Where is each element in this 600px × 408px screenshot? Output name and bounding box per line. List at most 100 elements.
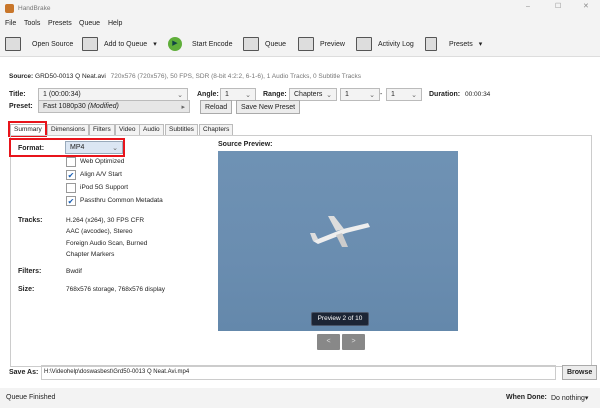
chevron-down-icon: ▾ [153, 41, 157, 48]
preset-value: Fast 1080p30 [43, 103, 86, 110]
toolbar: Open Source Add to Queue ▾ ▶ Start Encode … [0, 31, 600, 57]
save-as-label: Save As: [9, 369, 39, 376]
range-label: Range: [263, 91, 287, 98]
duration-label: Duration: [429, 91, 461, 98]
ipod-support-label: iPod 5G Support [80, 184, 129, 191]
tab-filters[interactable]: Filters [89, 124, 115, 135]
browse-button[interactable]: Browse [562, 365, 598, 380]
open-source-button[interactable]: Open Source [5, 35, 73, 53]
track-item: H.264 (x264), 30 FPS CFR [66, 217, 145, 224]
preset-modified: (Modified) [87, 103, 119, 110]
next-preview-button[interactable]: > [342, 334, 365, 350]
menu-file[interactable]: File [5, 20, 16, 27]
tab-dimensions[interactable]: Dimensions [47, 124, 89, 135]
save-as-input[interactable]: H:\Videohelp\doswasbest\Grd50-0013 Q Nea… [41, 365, 556, 380]
size-label: Size: [18, 286, 35, 293]
previous-preview-button[interactable]: < [317, 334, 340, 350]
size-value: 768x576 storage, 768x576 display [66, 286, 166, 293]
angle-label: Angle: [197, 91, 219, 98]
maximize-button[interactable]: ☐ [555, 2, 561, 10]
web-optimized-label: Web Optimized [80, 158, 125, 165]
source-info: 720x576 (720x576), 50 FPS, SDR (8-bit 4:… [110, 73, 362, 80]
web-optimized-checkbox[interactable] [66, 157, 76, 167]
queue-icon [243, 37, 259, 51]
passthru-metadata-checkbox[interactable]: ✔ [66, 196, 76, 206]
activity-log-button[interactable]: Activity Log [356, 35, 414, 53]
range-value: Chapters [294, 91, 323, 98]
tab-chapters[interactable]: Chapters [199, 124, 234, 135]
menu-tools[interactable]: Tools [24, 20, 40, 27]
range-start-select[interactable]: 1 ⌄ [340, 88, 380, 101]
status-bar: Queue Finished When Done: Do nothing▾ [0, 388, 600, 408]
preview-button[interactable]: Preview [298, 35, 345, 53]
activity-log-icon [356, 37, 372, 51]
chevron-down-icon: ⌄ [326, 92, 332, 99]
track-item: Chapter Markers [66, 251, 115, 258]
chevron-down-icon: ▾ [584, 395, 589, 402]
range-start-value: 1 [345, 91, 349, 98]
title-value: 1 (00:00:34) [43, 91, 81, 98]
preset-label: Preset: [9, 103, 33, 110]
filters-label: Filters: [18, 268, 42, 275]
preview-label: Preview [320, 40, 345, 48]
preset-select[interactable]: Fast 1080p30 (Modified) ▸ [38, 100, 190, 113]
tab-audio[interactable]: Audio [139, 124, 164, 135]
preview-icon [298, 37, 314, 51]
duration-value: 00:00:34 [465, 91, 491, 98]
filters-value: Bwdif [66, 268, 82, 275]
ipod-support-checkbox[interactable] [66, 183, 76, 193]
align-av-checkbox[interactable]: ✔ [66, 170, 76, 180]
chevron-down-icon: ⌄ [369, 92, 375, 99]
align-av-label: Align A/V Start [80, 171, 122, 178]
chevron-right-icon: ▸ [181, 104, 185, 111]
menu-help[interactable]: Help [108, 20, 122, 27]
add-to-queue-button[interactable]: Add to Queue ▾ [82, 35, 157, 53]
range-end-select[interactable]: 1 ⌄ [386, 88, 422, 101]
queue-label: Queue [265, 40, 287, 48]
tracks-label: Tracks: [18, 217, 43, 224]
tab-video[interactable]: Video [115, 124, 140, 135]
chevron-down-icon: ⌄ [177, 92, 183, 99]
preview-image: Preview 2 of 10 [218, 151, 458, 331]
track-item: AAC (avcodec), Stereo [66, 228, 133, 235]
chevron-down-icon: ⌄ [245, 92, 251, 99]
add-queue-icon [82, 37, 98, 51]
activity-log-label: Activity Log [378, 40, 414, 48]
source-label: Source: [9, 73, 34, 80]
start-encode-button[interactable]: ▶ Start Encode [168, 35, 232, 53]
menu-bar: File Tools Presets Queue Help [0, 17, 600, 31]
close-button[interactable]: ✕ [583, 2, 589, 10]
minimize-button[interactable]: – [526, 3, 530, 10]
when-done-label: When Done: [506, 394, 547, 401]
tab-subtitles[interactable]: Subtitles [165, 124, 198, 135]
save-new-preset-button[interactable]: Save New Preset [236, 100, 301, 114]
chevron-down-icon: ⌄ [411, 92, 417, 99]
start-encode-label: Start Encode [192, 40, 233, 48]
add-to-queue-label: Add to Queue [104, 40, 148, 48]
film-icon [5, 37, 21, 51]
preview-badge: Preview 2 of 10 [311, 312, 369, 326]
presets-label: Presets [449, 40, 473, 48]
airplane-icon [310, 216, 370, 247]
chevron-down-icon: ▾ [478, 41, 483, 48]
when-done-select[interactable]: Do nothing▾ [551, 394, 588, 402]
range-end-value: 1 [391, 91, 395, 98]
angle-value: 1 [225, 91, 229, 98]
presets-icon [425, 37, 437, 51]
range-separator: - [380, 91, 383, 98]
menu-presets[interactable]: Presets [48, 20, 72, 27]
title-bar: HandBrake – ☐ ✕ [0, 0, 600, 17]
highlight-box [9, 138, 125, 157]
presets-button[interactable]: Presets ▾ [425, 35, 482, 53]
menu-queue[interactable]: Queue [79, 20, 100, 27]
queue-button[interactable]: Queue [243, 35, 286, 53]
title-label: Title: [9, 91, 26, 98]
passthru-metadata-label: Passthru Common Metadata [80, 197, 163, 204]
track-item: Foreign Audio Scan, Burned [66, 240, 148, 247]
source-preview-label: Source Preview: [218, 141, 273, 148]
source-name: GRD50-0013 Q Neat.avi [35, 73, 106, 80]
source-line: Source: GRD50-0013 Q Neat.avi 720x576 (7… [9, 73, 361, 80]
play-icon: ▶ [168, 37, 182, 51]
when-done-value: Do nothing [551, 395, 585, 402]
reload-button[interactable]: Reload [200, 100, 233, 114]
